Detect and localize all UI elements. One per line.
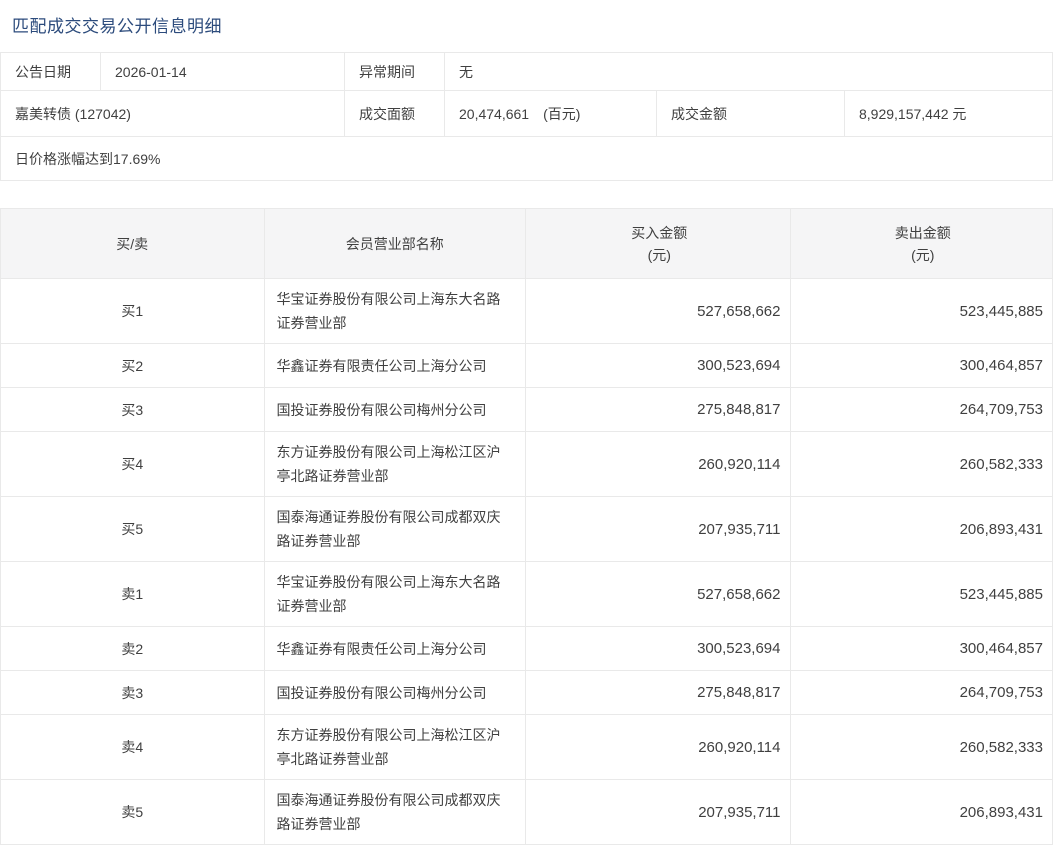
row-side: 买4 [1,432,264,496]
row-side: 买1 [1,279,264,343]
row-sell-amount: 523,445,885 [790,562,1053,626]
row-sell-amount: 260,582,333 [790,432,1053,496]
announce-date-value: 2026-01-14 [100,53,344,90]
header-sell-amount: 卖出金额 (元) [790,209,1053,278]
row-buy-amount: 260,920,114 [525,715,790,779]
row-member: 国泰海通证券股份有限公司成都双庆路证券营业部 [264,497,526,561]
header-buy-amount: 买入金额 (元) [525,209,790,278]
row-member: 东方证券股份有限公司上海松江区沪亭北路证券营业部 [264,715,526,779]
info-row-security: 嘉美转债 (127042) 成交面额 20,474,661 (百元) 成交金额 … [1,91,1052,137]
header-buy-line1: 买入金额 [631,222,687,244]
table-row: 卖3 国投证券股份有限公司梅州分公司 275,848,817 264,709,7… [1,671,1052,715]
row-member: 国泰海通证券股份有限公司成都双庆路证券营业部 [264,780,526,844]
broker-trade-table: 买/卖 会员营业部名称 买入金额 (元) 卖出金额 (元) 买1 华宝证券股份有… [0,208,1053,845]
row-sell-amount: 260,582,333 [790,715,1053,779]
face-value: 20,474,661 [459,106,529,122]
row-side: 买3 [1,388,264,431]
row-sell-amount: 264,709,753 [790,388,1053,431]
summary-info-panel: 公告日期 2026-01-14 异常期间 无 嘉美转债 (127042) 成交面… [0,52,1053,181]
header-sell-line1: 卖出金额 [895,222,951,244]
face-value-label: 成交面额 [344,91,444,136]
table-header-row: 买/卖 会员营业部名称 买入金额 (元) 卖出金额 (元) [1,209,1052,279]
table-row: 买3 国投证券股份有限公司梅州分公司 275,848,817 264,709,7… [1,388,1052,432]
row-buy-amount: 275,848,817 [525,388,790,431]
row-sell-amount: 300,464,857 [790,344,1053,387]
row-buy-amount: 300,523,694 [525,627,790,670]
abnormal-period-label: 异常期间 [344,53,444,90]
info-row-note: 日价格涨幅达到17.69% [1,137,1052,181]
row-buy-amount: 275,848,817 [525,671,790,714]
row-member: 华宝证券股份有限公司上海东大名路证券营业部 [264,562,526,626]
row-member: 国投证券股份有限公司梅州分公司 [264,671,526,714]
header-sell-line2: (元) [911,244,934,266]
table-row: 买2 华鑫证券有限责任公司上海分公司 300,523,694 300,464,8… [1,344,1052,388]
row-side: 买5 [1,497,264,561]
row-buy-amount: 300,523,694 [525,344,790,387]
row-buy-amount: 527,658,662 [525,279,790,343]
row-member: 国投证券股份有限公司梅州分公司 [264,388,526,431]
page-title: 匹配成交交易公开信息明细 [0,0,1053,37]
row-side: 卖5 [1,780,264,844]
row-side: 卖2 [1,627,264,670]
row-sell-amount: 206,893,431 [790,780,1053,844]
row-side: 买2 [1,344,264,387]
row-side: 卖3 [1,671,264,714]
table-row: 卖2 华鑫证券有限责任公司上海分公司 300,523,694 300,464,8… [1,627,1052,671]
security-name: 嘉美转债 (127042) [1,91,344,136]
row-buy-amount: 527,658,662 [525,562,790,626]
row-buy-amount: 207,935,711 [525,780,790,844]
face-value-cell: 20,474,661 (百元) [444,91,656,136]
table-row: 卖5 国泰海通证券股份有限公司成都双庆路证券营业部 207,935,711 20… [1,780,1052,844]
face-value-unit: (百元) [543,104,580,124]
info-row-announcement: 公告日期 2026-01-14 异常期间 无 [1,53,1052,91]
row-side: 卖4 [1,715,264,779]
table-row: 卖1 华宝证券股份有限公司上海东大名路证券营业部 527,658,662 523… [1,562,1052,627]
row-member: 东方证券股份有限公司上海松江区沪亭北路证券营业部 [264,432,526,496]
turnover-label: 成交金额 [656,91,844,136]
row-sell-amount: 206,893,431 [790,497,1053,561]
row-member: 华鑫证券有限责任公司上海分公司 [264,344,526,387]
header-side: 买/卖 [1,209,264,278]
table-row: 卖4 东方证券股份有限公司上海松江区沪亭北路证券营业部 260,920,114 … [1,715,1052,780]
price-change-note: 日价格涨幅达到17.69% [1,137,1052,180]
row-sell-amount: 264,709,753 [790,671,1053,714]
row-side: 卖1 [1,562,264,626]
row-sell-amount: 523,445,885 [790,279,1053,343]
table-row: 买4 东方证券股份有限公司上海松江区沪亭北路证券营业部 260,920,114 … [1,432,1052,497]
announce-date-label: 公告日期 [1,53,100,90]
header-buy-line2: (元) [648,244,671,266]
table-row: 买1 华宝证券股份有限公司上海东大名路证券营业部 527,658,662 523… [1,279,1052,344]
turnover-value: 8,929,157,442 元 [844,91,1052,136]
row-member: 华宝证券股份有限公司上海东大名路证券营业部 [264,279,526,343]
row-buy-amount: 260,920,114 [525,432,790,496]
row-member: 华鑫证券有限责任公司上海分公司 [264,627,526,670]
table-row: 买5 国泰海通证券股份有限公司成都双庆路证券营业部 207,935,711 20… [1,497,1052,562]
abnormal-period-value: 无 [444,53,1052,90]
row-buy-amount: 207,935,711 [525,497,790,561]
row-sell-amount: 300,464,857 [790,627,1053,670]
header-member: 会员营业部名称 [264,209,526,278]
